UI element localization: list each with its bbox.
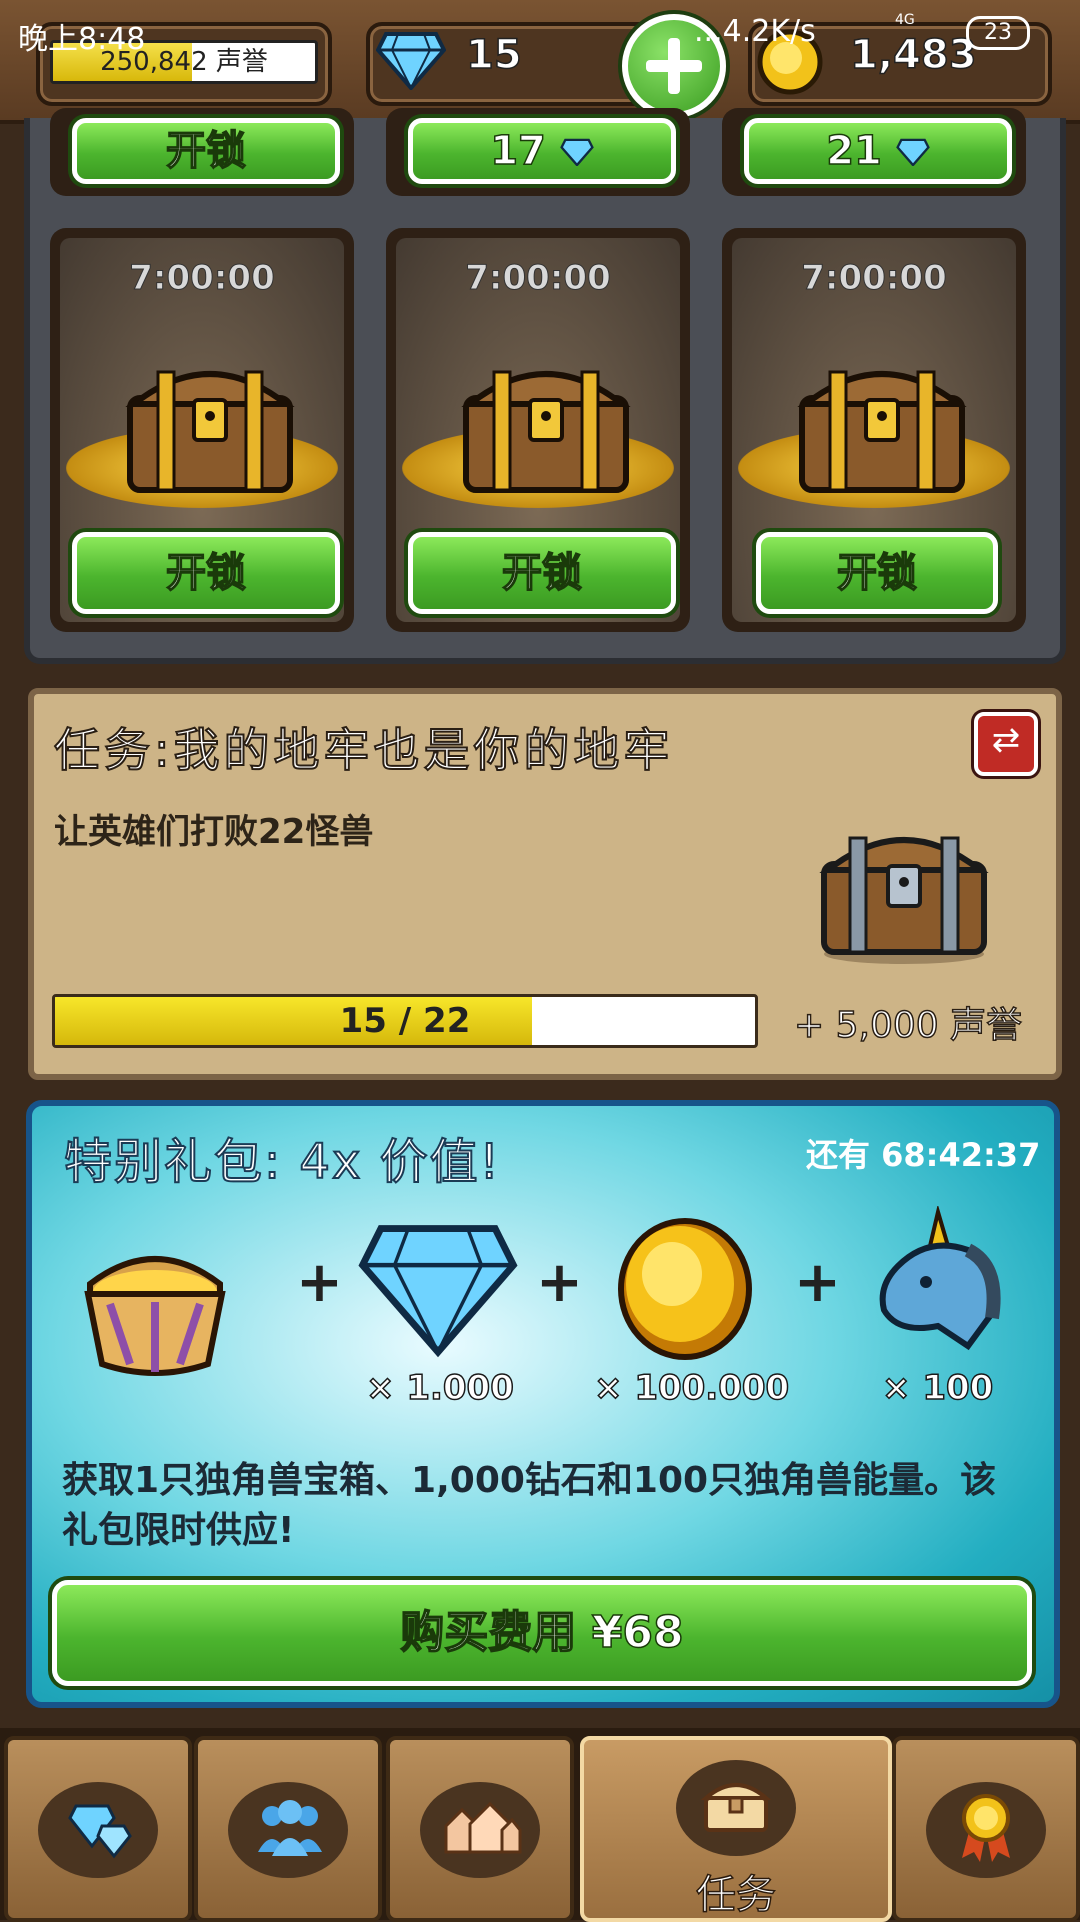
dungeon-icon	[444, 1801, 522, 1854]
medal-icon	[962, 1794, 1010, 1862]
battery-icon: 23	[966, 16, 1030, 50]
quest-description: 让英雄们打败22怪兽	[54, 812, 374, 852]
unicorn-energy-quantity: × 100	[881, 1367, 994, 1409]
unlock-button[interactable]: 开锁	[72, 532, 340, 614]
quest-progress-bar: 15 / 22	[52, 994, 758, 1048]
unlock-label: 开锁	[836, 549, 918, 597]
treasure-chest-icon	[125, 370, 295, 493]
buy-offer-button[interactable]: 购买费用 ¥68	[52, 1580, 1032, 1686]
quest-progress-text: 15 / 22	[339, 1001, 471, 1041]
quest-reward-text: + 5,000 声誉	[793, 1004, 1023, 1047]
unlock-gems-button[interactable]: 17	[408, 118, 676, 184]
buy-price-label: 购买费用 ¥68	[400, 1606, 685, 1659]
unlock-button[interactable]: 开锁	[408, 532, 676, 614]
status-signal: 4G	[895, 12, 915, 28]
plus-sign: +	[536, 1250, 583, 1315]
tab-quests[interactable]: 任务	[580, 1736, 892, 1922]
chest-timer: 7:00:00	[129, 258, 275, 299]
tab-achievements[interactable]	[892, 1736, 1080, 1922]
unicorn-chest-icon	[84, 1256, 226, 1376]
diamond-icon	[358, 1225, 518, 1358]
gold-quantity: × 100.000	[593, 1367, 790, 1409]
unlock-label: 开锁	[165, 549, 247, 597]
unlock-label: 开锁	[165, 127, 247, 175]
chest-timer: 7:00:00	[465, 258, 611, 299]
tab-label: 任务	[695, 1871, 777, 1919]
offer-countdown: 还有 68:42:37	[806, 1136, 1041, 1174]
chest-vault: 开锁 17 21 7:00:00 7:00:00 7:00:00 开锁 开锁 开…	[24, 108, 1066, 664]
plus-sign: +	[794, 1250, 841, 1315]
status-time: 晚上8:48	[18, 22, 146, 57]
unlock-label: 开锁	[501, 549, 583, 597]
diamond-icon	[560, 138, 594, 167]
quest-title: 任务:我的地牢也是你的地牢	[53, 722, 674, 778]
unlock-cost: 17	[489, 127, 546, 175]
quest-reward-chest-icon	[819, 836, 989, 964]
tab-gem-shop[interactable]	[4, 1736, 192, 1922]
tab-dungeon[interactable]	[386, 1736, 574, 1922]
offer-description: 获取1只独角兽宝箱、1,000钻石和100只独角兽能量。该礼包限时供应!	[62, 1460, 997, 1551]
unlock-cost: 21	[825, 127, 882, 175]
heroes-icon	[258, 1800, 322, 1856]
swap-quest-button[interactable]: ⇄	[974, 712, 1038, 776]
system-status-bar: 晚上8:48 ...4.2K/s 4G 23	[0, 0, 1080, 62]
status-network-speed: ...4.2K/s	[694, 14, 816, 49]
unlock-button[interactable]: 开锁	[72, 118, 340, 184]
chest-timer: 7:00:00	[801, 258, 947, 299]
unicorn-head-icon	[879, 1206, 1001, 1351]
diamond-icon	[896, 138, 930, 167]
tab-heroes[interactable]	[194, 1736, 382, 1922]
plus-sign: +	[296, 1250, 343, 1315]
diamond-quantity: × 1.000	[365, 1367, 514, 1409]
swap-icon: ⇄	[991, 720, 1021, 760]
treasure-chest-icon	[461, 370, 631, 493]
offer-title: 特别礼包: 4x 价值!	[63, 1133, 501, 1191]
special-offer-panel: 特别礼包: 4x 价值! 还有 68:42:37 + × 1.000 + × 1…	[26, 1100, 1060, 1708]
gems-icon	[68, 1804, 132, 1859]
quest-panel: 任务:我的地牢也是你的地牢 ⇄ 让英雄们打败22怪兽 15 / 22 + 5,0…	[28, 688, 1062, 1080]
bottom-nav: 任务	[0, 1728, 1080, 1922]
treasure-chest-icon	[797, 370, 967, 493]
gold-coin-icon	[618, 1218, 752, 1360]
battery-level: 23	[984, 20, 1012, 45]
unlock-gems-button[interactable]: 21	[744, 118, 1012, 184]
chest-icon	[700, 1783, 772, 1832]
unlock-button[interactable]: 开锁	[756, 532, 998, 614]
